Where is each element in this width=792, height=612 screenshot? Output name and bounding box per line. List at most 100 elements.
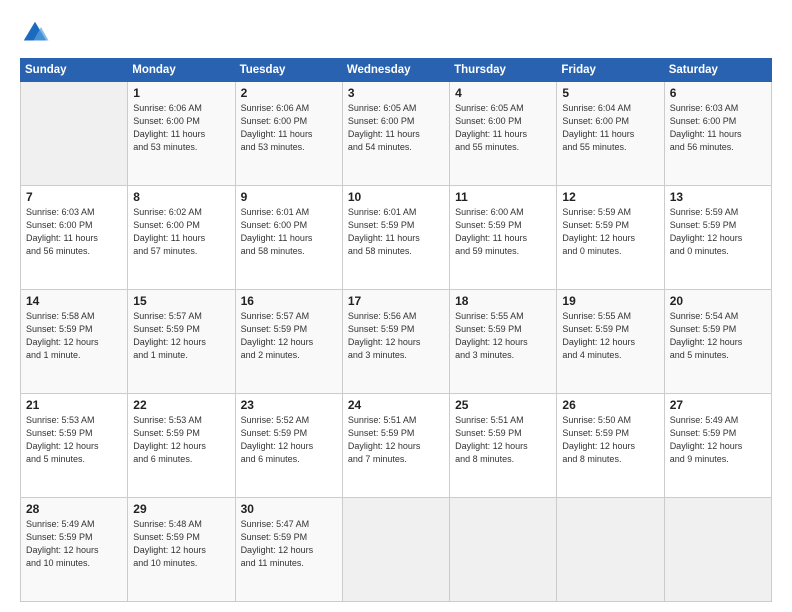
day-info: Sunrise: 6:01 AM Sunset: 5:59 PM Dayligh… (348, 206, 444, 258)
day-info: Sunrise: 5:47 AM Sunset: 5:59 PM Dayligh… (241, 518, 337, 570)
day-info: Sunrise: 5:57 AM Sunset: 5:59 PM Dayligh… (241, 310, 337, 362)
day-number: 29 (133, 502, 229, 516)
calendar-cell (664, 498, 771, 602)
day-info: Sunrise: 5:51 AM Sunset: 5:59 PM Dayligh… (455, 414, 551, 466)
calendar-cell: 8 Sunrise: 6:02 AM Sunset: 6:00 PM Daylig… (128, 186, 235, 290)
day-info: Sunrise: 5:55 AM Sunset: 5:59 PM Dayligh… (562, 310, 658, 362)
day-number: 14 (26, 294, 122, 308)
day-info: Sunrise: 6:01 AM Sunset: 6:00 PM Dayligh… (241, 206, 337, 258)
calendar-header-row: SundayMondayTuesdayWednesdayThursdayFrid… (21, 59, 772, 82)
calendar-cell: 19 Sunrise: 5:55 AM Sunset: 5:59 PM Dayli… (557, 290, 664, 394)
calendar-week-row: 1Sunrise: 6:06 AM Sunset: 6:00 PM Daylig… (21, 82, 772, 186)
calendar-cell: 24Sunrise: 5:51 AM Sunset: 5:59 PM Dayli… (342, 394, 449, 498)
calendar-cell: 16Sunrise: 5:57 AM Sunset: 5:59 PM Dayli… (235, 290, 342, 394)
day-info: Sunrise: 5:59 AM Sunset: 5:59 PM Dayligh… (562, 206, 658, 258)
day-number: 11 (455, 190, 551, 204)
logo-icon (20, 18, 50, 48)
day-number: 2 (241, 86, 337, 100)
calendar-cell: 4 Sunrise: 6:05 AM Sunset: 6:00 PM Daylig… (450, 82, 557, 186)
day-info: Sunrise: 6:03 AM Sunset: 6:00 PM Dayligh… (670, 102, 766, 154)
weekday-header-monday: Monday (128, 59, 235, 82)
calendar-cell: 2 Sunrise: 6:06 AM Sunset: 6:00 PM Daylig… (235, 82, 342, 186)
day-number: 28 (26, 502, 122, 516)
day-info: Sunrise: 5:50 AM Sunset: 5:59 PM Dayligh… (562, 414, 658, 466)
calendar-cell: 25 Sunrise: 5:51 AM Sunset: 5:59 PM Dayli… (450, 394, 557, 498)
day-info: Sunrise: 6:04 AM Sunset: 6:00 PM Dayligh… (562, 102, 658, 154)
calendar-cell (342, 498, 449, 602)
weekday-header-thursday: Thursday (450, 59, 557, 82)
calendar-cell: 26 Sunrise: 5:50 AM Sunset: 5:59 PM Dayli… (557, 394, 664, 498)
day-info: Sunrise: 6:03 AM Sunset: 6:00 PM Dayligh… (26, 206, 122, 258)
day-number: 25 (455, 398, 551, 412)
day-number: 7 (26, 190, 122, 204)
calendar-cell: 20Sunrise: 5:54 AM Sunset: 5:59 PM Dayli… (664, 290, 771, 394)
calendar-cell: 23 Sunrise: 5:52 AM Sunset: 5:59 PM Dayli… (235, 394, 342, 498)
calendar-cell: 15 Sunrise: 5:57 AM Sunset: 5:59 PM Dayli… (128, 290, 235, 394)
day-number: 9 (241, 190, 337, 204)
weekday-header-friday: Friday (557, 59, 664, 82)
calendar-cell: 7 Sunrise: 6:03 AM Sunset: 6:00 PM Daylig… (21, 186, 128, 290)
day-info: Sunrise: 5:56 AM Sunset: 5:59 PM Dayligh… (348, 310, 444, 362)
day-number: 19 (562, 294, 658, 308)
day-info: Sunrise: 6:06 AM Sunset: 6:00 PM Dayligh… (133, 102, 229, 154)
day-number: 6 (670, 86, 766, 100)
day-number: 8 (133, 190, 229, 204)
calendar-cell: 6 Sunrise: 6:03 AM Sunset: 6:00 PM Daylig… (664, 82, 771, 186)
day-number: 13 (670, 190, 766, 204)
calendar-cell: 9 Sunrise: 6:01 AM Sunset: 6:00 PM Daylig… (235, 186, 342, 290)
day-info: Sunrise: 5:48 AM Sunset: 5:59 PM Dayligh… (133, 518, 229, 570)
day-info: Sunrise: 6:00 AM Sunset: 5:59 PM Dayligh… (455, 206, 551, 258)
day-info: Sunrise: 5:58 AM Sunset: 5:59 PM Dayligh… (26, 310, 122, 362)
calendar-cell: 13 Sunrise: 5:59 AM Sunset: 5:59 PM Dayli… (664, 186, 771, 290)
calendar-cell: 21 Sunrise: 5:53 AM Sunset: 5:59 PM Dayli… (21, 394, 128, 498)
day-number: 12 (562, 190, 658, 204)
day-number: 18 (455, 294, 551, 308)
calendar-cell: 5 Sunrise: 6:04 AM Sunset: 6:00 PM Daylig… (557, 82, 664, 186)
calendar-week-row: 28 Sunrise: 5:49 AM Sunset: 5:59 PM Dayli… (21, 498, 772, 602)
calendar-cell (557, 498, 664, 602)
day-number: 27 (670, 398, 766, 412)
day-number: 26 (562, 398, 658, 412)
weekday-header-tuesday: Tuesday (235, 59, 342, 82)
day-number: 5 (562, 86, 658, 100)
calendar-cell: 10 Sunrise: 6:01 AM Sunset: 5:59 PM Dayli… (342, 186, 449, 290)
page: SundayMondayTuesdayWednesdayThursdayFrid… (0, 0, 792, 612)
day-info: Sunrise: 6:05 AM Sunset: 6:00 PM Dayligh… (455, 102, 551, 154)
day-number: 4 (455, 86, 551, 100)
day-info: Sunrise: 6:05 AM Sunset: 6:00 PM Dayligh… (348, 102, 444, 154)
day-number: 17 (348, 294, 444, 308)
calendar-cell: 1Sunrise: 6:06 AM Sunset: 6:00 PM Daylig… (128, 82, 235, 186)
calendar-cell (21, 82, 128, 186)
header (20, 18, 772, 48)
calendar-cell: 28 Sunrise: 5:49 AM Sunset: 5:59 PM Dayli… (21, 498, 128, 602)
day-number: 3 (348, 86, 444, 100)
calendar-cell: 29 Sunrise: 5:48 AM Sunset: 5:59 PM Dayli… (128, 498, 235, 602)
day-info: Sunrise: 5:53 AM Sunset: 5:59 PM Dayligh… (133, 414, 229, 466)
day-number: 30 (241, 502, 337, 516)
day-number: 10 (348, 190, 444, 204)
day-number: 15 (133, 294, 229, 308)
day-info: Sunrise: 5:49 AM Sunset: 5:59 PM Dayligh… (670, 414, 766, 466)
day-info: Sunrise: 6:06 AM Sunset: 6:00 PM Dayligh… (241, 102, 337, 154)
weekday-header-saturday: Saturday (664, 59, 771, 82)
day-info: Sunrise: 5:52 AM Sunset: 5:59 PM Dayligh… (241, 414, 337, 466)
day-number: 21 (26, 398, 122, 412)
calendar-cell: 30 Sunrise: 5:47 AM Sunset: 5:59 PM Dayli… (235, 498, 342, 602)
calendar-cell: 17 Sunrise: 5:56 AM Sunset: 5:59 PM Dayli… (342, 290, 449, 394)
day-info: Sunrise: 5:55 AM Sunset: 5:59 PM Dayligh… (455, 310, 551, 362)
day-info: Sunrise: 5:49 AM Sunset: 5:59 PM Dayligh… (26, 518, 122, 570)
day-info: Sunrise: 5:59 AM Sunset: 5:59 PM Dayligh… (670, 206, 766, 258)
day-info: Sunrise: 5:57 AM Sunset: 5:59 PM Dayligh… (133, 310, 229, 362)
day-number: 23 (241, 398, 337, 412)
calendar-table: SundayMondayTuesdayWednesdayThursdayFrid… (20, 58, 772, 602)
day-number: 22 (133, 398, 229, 412)
calendar-week-row: 21 Sunrise: 5:53 AM Sunset: 5:59 PM Dayli… (21, 394, 772, 498)
day-info: Sunrise: 5:54 AM Sunset: 5:59 PM Dayligh… (670, 310, 766, 362)
calendar-cell: 3 Sunrise: 6:05 AM Sunset: 6:00 PM Daylig… (342, 82, 449, 186)
day-number: 24 (348, 398, 444, 412)
calendar-week-row: 7 Sunrise: 6:03 AM Sunset: 6:00 PM Daylig… (21, 186, 772, 290)
day-info: Sunrise: 6:02 AM Sunset: 6:00 PM Dayligh… (133, 206, 229, 258)
day-info: Sunrise: 5:53 AM Sunset: 5:59 PM Dayligh… (26, 414, 122, 466)
calendar-cell: 27 Sunrise: 5:49 AM Sunset: 5:59 PM Dayli… (664, 394, 771, 498)
calendar-cell: 22 Sunrise: 5:53 AM Sunset: 5:59 PM Dayli… (128, 394, 235, 498)
